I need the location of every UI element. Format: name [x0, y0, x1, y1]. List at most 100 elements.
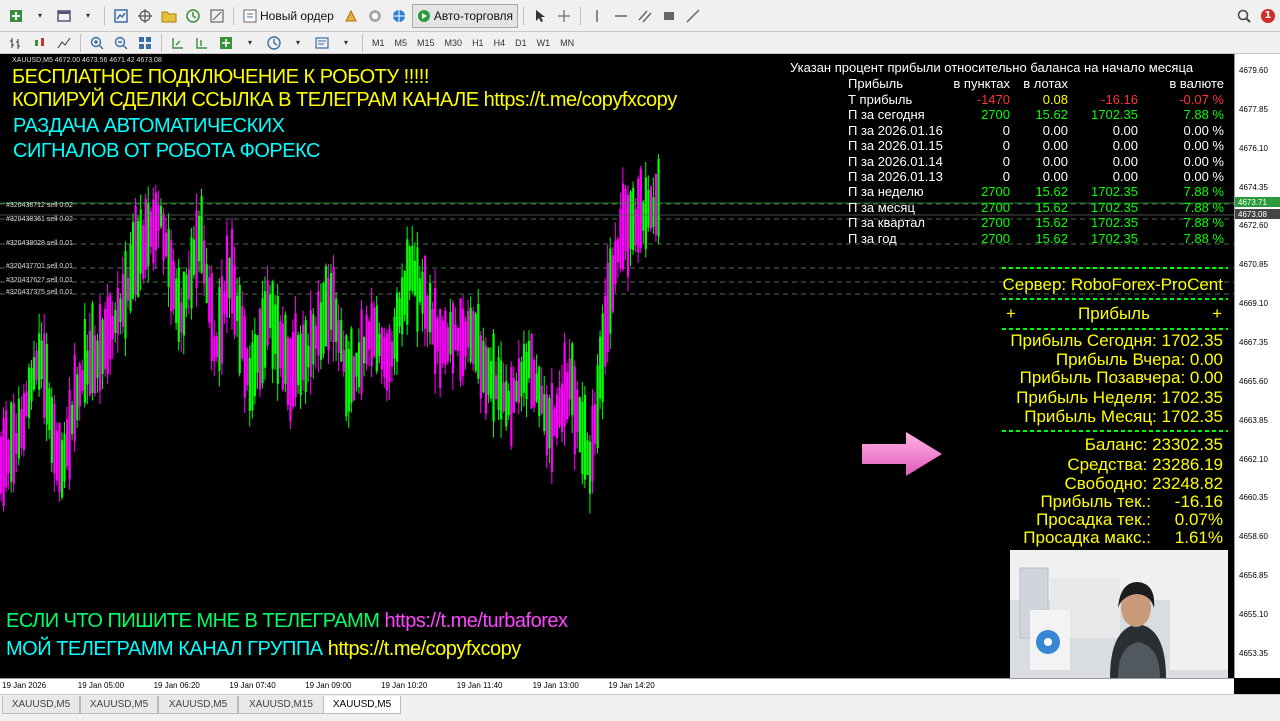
candle-body [522, 344, 526, 393]
candle-body [17, 398, 20, 459]
stats-cell-money: 0.00 [1112, 138, 1138, 154]
timeframe-w1[interactable]: W1 [532, 35, 556, 51]
notification-icon[interactable]: 1 [1257, 5, 1279, 27]
vertical-line-icon[interactable] [586, 5, 608, 27]
periods-icon[interactable] [263, 32, 285, 54]
candle-body [489, 361, 493, 399]
price-axis[interactable]: 4679.60 4677.85 4676.10 4674.35 4672.60 4670.… [1234, 54, 1280, 678]
tester-icon[interactable] [206, 5, 228, 27]
chart-window[interactable]: XAUUSD,M5 4672.00 4673.56 4671.42 4673.0… [0, 54, 1234, 678]
chart-tab[interactable]: XAUUSD,M5 [158, 696, 238, 714]
signals-icon[interactable] [364, 5, 386, 27]
candle-body [15, 433, 18, 454]
channel-icon[interactable] [634, 5, 656, 27]
candle-body [406, 239, 409, 325]
crosshair-icon[interactable] [553, 5, 575, 27]
candle-body [276, 296, 279, 384]
indicators-icon[interactable] [215, 32, 237, 54]
candles-icon[interactable] [29, 32, 51, 54]
chevron-down-icon[interactable]: ▾ [77, 5, 99, 27]
candle-body [261, 298, 264, 384]
candle-body [652, 197, 655, 228]
zoom-in-icon[interactable] [86, 32, 108, 54]
autotrading-button[interactable]: Авто-торговля [411, 3, 519, 28]
bar-chart-icon[interactable] [5, 32, 27, 54]
chart-tab[interactable]: XAUUSD,M5 [2, 696, 80, 714]
candle-body [114, 309, 117, 333]
line-chart-icon[interactable] [53, 32, 75, 54]
timeframe-h1[interactable]: H1 [467, 35, 489, 51]
dashed-divider [1002, 430, 1228, 432]
autoscroll-icon[interactable] [167, 32, 189, 54]
chart-tab[interactable]: XAUUSD,M15 [238, 696, 324, 714]
candle-body [434, 288, 437, 375]
crosshair-nav-icon[interactable] [134, 5, 156, 27]
chart-shift-icon[interactable] [191, 32, 213, 54]
candle-body [573, 366, 576, 455]
candle-body [294, 313, 297, 398]
candle-body [482, 341, 485, 393]
stats-cell-label: П за 2026.01.14 [848, 153, 943, 169]
promo-bottom-1-link[interactable]: https://t.me/turbaforex [384, 610, 568, 632]
profiles-icon[interactable] [53, 5, 75, 27]
candle-body [388, 328, 391, 382]
candle-body [446, 327, 449, 362]
timeframe-h4[interactable]: H4 [489, 35, 511, 51]
chart-tab[interactable]: XAUUSD,M5 [80, 696, 158, 714]
search-icon[interactable] [1233, 5, 1255, 27]
tile-windows-icon[interactable] [134, 32, 156, 54]
timeframe-m5[interactable]: M5 [390, 35, 413, 51]
folder-icon[interactable] [158, 5, 180, 27]
chevron-down-icon[interactable]: ▾ [287, 32, 309, 54]
chevron-down-icon[interactable]: ▾ [29, 5, 51, 27]
candle-body [218, 287, 221, 371]
chevron-down-icon[interactable]: ▾ [335, 32, 357, 54]
market-icon[interactable] [388, 5, 410, 27]
timeframe-m1[interactable]: M1 [367, 35, 390, 51]
dashed-divider [1002, 298, 1228, 300]
candle-body [380, 327, 383, 370]
candle-body [83, 318, 86, 403]
candle-body [350, 328, 353, 404]
drawdown-max-value: 1.61% [1174, 528, 1223, 547]
time-label: 19 Jan 11:40 [456, 681, 503, 690]
candle-body [520, 361, 523, 397]
chart-tab-active[interactable]: XAUUSD,M5 [323, 696, 401, 714]
stats-cell-label: П за неделю [848, 184, 924, 200]
market-watch-icon[interactable] [110, 5, 132, 27]
trendline-icon[interactable] [682, 5, 704, 27]
candle-body [352, 356, 356, 401]
candle-body [279, 320, 282, 369]
promo-bottom-1: ЕСЛИ ЧТО ПИШИТЕ МНЕ В ТЕЛЕГРАММ https://… [6, 610, 568, 633]
price-label: 4663.85 [1239, 415, 1268, 425]
templates-icon[interactable] [311, 32, 333, 54]
candle-body [515, 380, 518, 402]
candle-body [40, 340, 43, 380]
cursor-icon[interactable] [529, 5, 551, 27]
candle-body [88, 330, 92, 395]
rectangle-icon[interactable] [658, 5, 680, 27]
metaeditor-icon[interactable] [340, 5, 362, 27]
server-label: Сервер: RoboForex-ProCent [1002, 275, 1223, 294]
timeframe-m30[interactable]: M30 [440, 35, 468, 51]
timeframe-m15[interactable]: M15 [412, 35, 440, 51]
toolbar-separator [104, 6, 105, 25]
candle-body [200, 196, 203, 273]
promo-bottom-2-link[interactable]: https://t.me/copyfxcopy [328, 638, 522, 660]
order-label: #320438028 sell 0.01 [6, 240, 73, 247]
stats-cell-lots: 0.00 [1042, 138, 1068, 154]
timeframe-mn[interactable]: MN [555, 35, 579, 51]
timeframe-d1[interactable]: D1 [510, 35, 532, 51]
time-axis[interactable]: 19 Jan 2026 19 Jan 05:00 19 Jan 06:20 19 Ja… [0, 678, 1234, 695]
ask-price-marker: 4673.71 [1235, 197, 1280, 207]
zoom-out-icon[interactable] [110, 32, 132, 54]
history-icon[interactable] [182, 5, 204, 27]
candle-body [187, 269, 191, 300]
chevron-down-icon[interactable]: ▾ [239, 32, 261, 54]
new-order-button[interactable]: Новый ордер [239, 5, 338, 27]
candle-body [332, 266, 335, 343]
candle-body [33, 357, 36, 390]
new-chart-icon[interactable] [5, 5, 27, 27]
horizontal-line-icon[interactable] [610, 5, 632, 27]
candle-body [614, 240, 617, 285]
